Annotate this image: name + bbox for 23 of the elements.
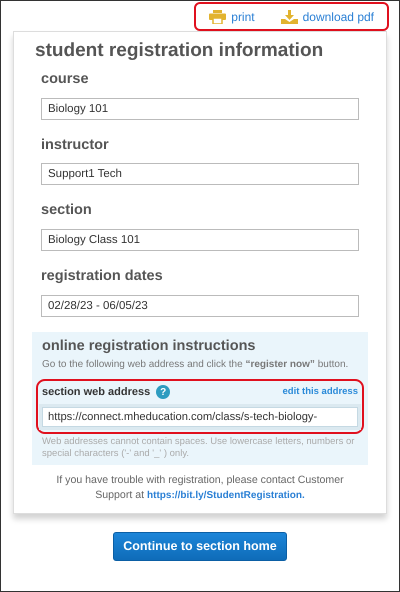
hint-text: Web addresses cannot contain spaces. Use lowercase letters, numbers or special characters ('-' and '_' ) only. [42, 436, 356, 460]
field-label: section [41, 201, 93, 220]
field-label: instructor [41, 136, 110, 155]
page-title: student registration information [35, 40, 324, 63]
field-label: section web address [42, 385, 150, 400]
download-link[interactable]: download pdf [280, 8, 374, 26]
edit-link[interactable]: edit this address [282, 385, 358, 400]
support-text: If you have trouble with registration, please contact Customer Support at https://bit.ly/StudentRegistration. [55, 473, 345, 504]
text-field[interactable]: Biology 101 [41, 98, 359, 120]
text-field[interactable]: 02/28/23 - 06/05/23 [41, 294, 359, 317]
printer-icon [209, 10, 226, 24]
text-field[interactable]: Biology Class 101 [41, 229, 359, 252]
text-field[interactable]: Support1 Tech [41, 163, 359, 186]
instructions-text: Go to the following web address and click the “register now” button. [42, 358, 350, 372]
continue-button[interactable]: Continue to section home [113, 532, 287, 562]
address-field[interactable]: https://connect.mheducation.com/class/s-tech-biology- [42, 406, 358, 427]
field-label: course [41, 70, 90, 89]
support-link[interactable]: https://bit.ly/StudentRegistration. [147, 490, 305, 502]
download-icon [280, 10, 298, 24]
section-heading: online registration instructions [42, 338, 256, 356]
help-icon[interactable]: ? [156, 385, 170, 400]
print-link[interactable]: print [209, 8, 255, 26]
field-label: registration dates [41, 267, 164, 286]
